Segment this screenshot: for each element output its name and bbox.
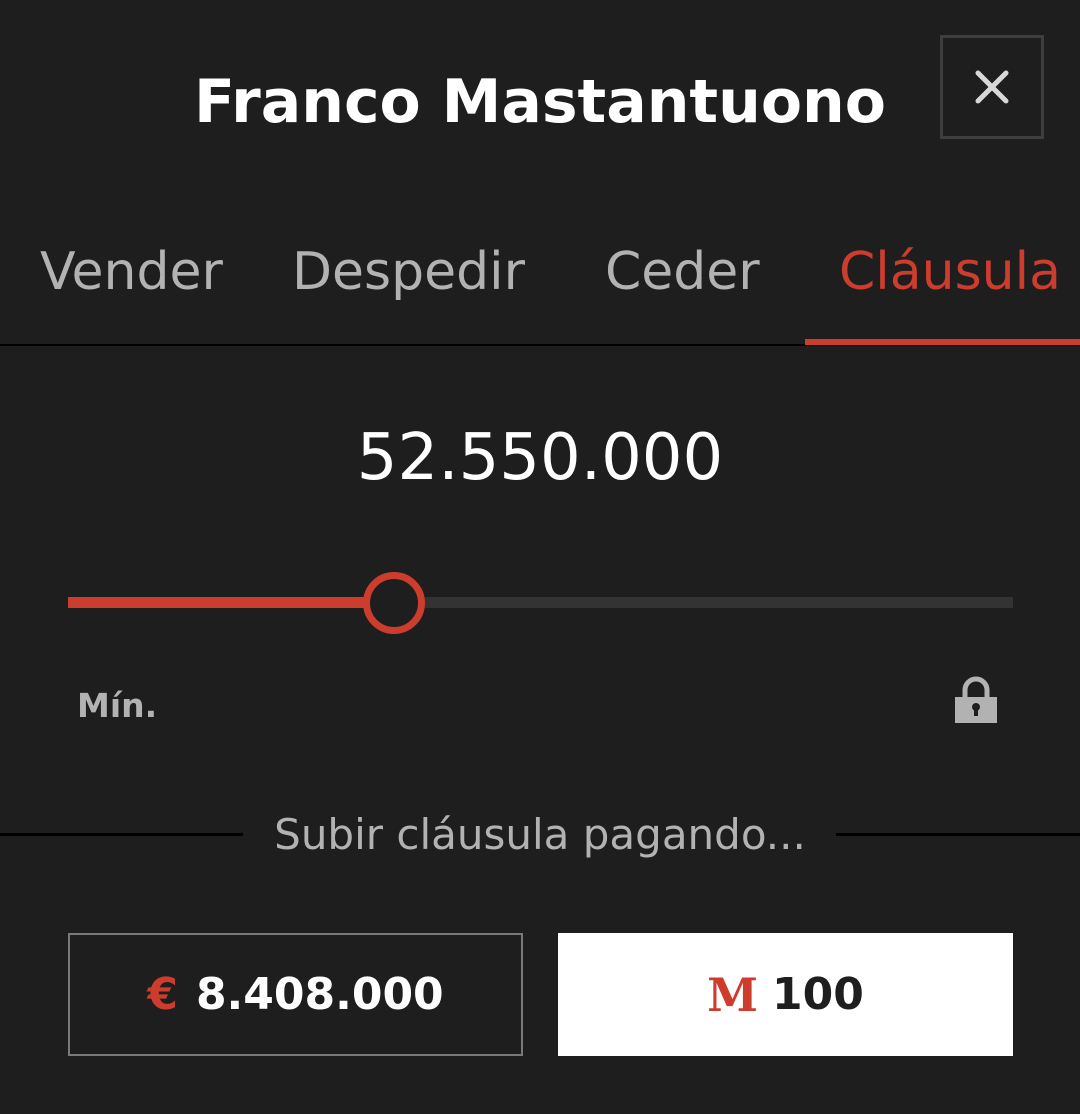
tab-ceder[interactable]: Ceder [605,240,760,304]
m-coin-icon: M [707,967,759,1022]
tab-clausula[interactable]: Cláusula [839,240,1061,304]
clause-amount: 52.550.000 [356,421,724,495]
pay-euro-button[interactable]: € 8.408.000 [68,933,523,1056]
lock-icon[interactable] [953,676,999,724]
raise-clause-label: Subir cláusula pagando... [274,810,806,859]
clause-slider[interactable] [68,572,1013,634]
slider-fill [68,597,394,608]
player-name-title: Franco Mastantuono [194,67,886,137]
active-tab-indicator [805,339,1080,345]
pay-coins-button[interactable]: M 100 [558,933,1013,1056]
tab-despedir[interactable]: Despedir [292,240,525,304]
slider-thumb[interactable] [363,572,425,634]
tab-vender[interactable]: Vender [40,240,223,304]
close-icon [975,70,1009,104]
close-button[interactable] [940,35,1044,139]
pay-coins-amount: 100 [772,968,864,1020]
euro-icon: € [147,969,178,1020]
pay-euro-amount: 8.408.000 [195,968,444,1020]
min-label: Mín. [77,686,158,725]
